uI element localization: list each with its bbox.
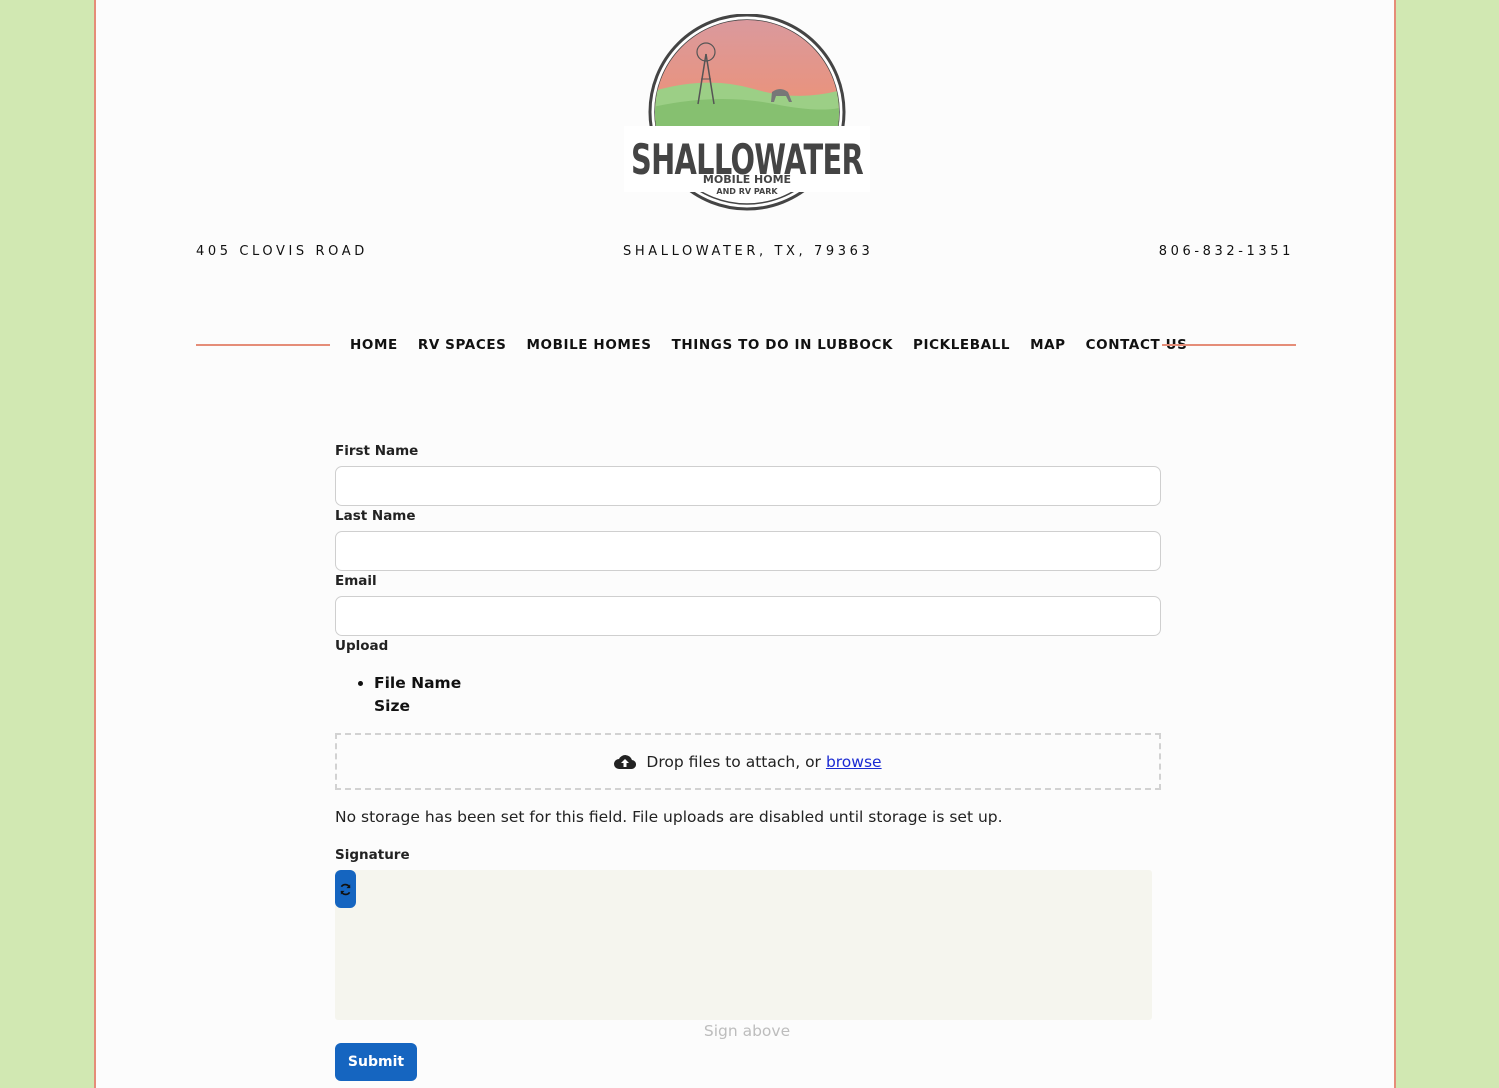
storage-note: No storage has been set for this field. … <box>335 808 1003 826</box>
nav-item-things-to-do[interactable]: THINGS TO DO IN LUBBOCK <box>672 337 893 353</box>
refresh-icon <box>340 883 351 895</box>
browse-link[interactable]: browse <box>826 753 882 771</box>
nav-item-pickleball[interactable]: PICKLEBALL <box>913 337 1010 353</box>
file-name-header: File Name <box>374 674 462 692</box>
park-logo[interactable]: SHALLOWATER MOBILE HOME AND RV PARK <box>624 14 870 218</box>
page-container: SHALLOWATER MOBILE HOME AND RV PARK 405 … <box>94 0 1396 1088</box>
file-drop-zone[interactable]: Drop files to attach, or browse <box>335 733 1161 790</box>
contact-form: First Name Last Name Email Upload File N… <box>318 424 1176 1088</box>
address-text: 405 CLOVIS ROAD <box>196 244 368 259</box>
last-name-input[interactable] <box>335 531 1161 571</box>
email-input[interactable] <box>335 596 1161 636</box>
nav-item-rv-spaces[interactable]: RV SPACES <box>418 337 507 353</box>
drop-text: Drop files to attach, or <box>646 752 821 771</box>
phone-text[interactable]: 806-832-1351 <box>1159 244 1294 259</box>
file-list-header: File Name Size <box>374 672 461 718</box>
file-list: File Name Size <box>356 672 461 718</box>
logo-subtitle: MOBILE HOME <box>703 173 791 186</box>
submit-button[interactable]: Submit <box>335 1043 417 1081</box>
cloud-upload-icon <box>614 754 637 769</box>
city-text: SHALLOWATER, TX, 79363 <box>623 244 874 259</box>
nav-divider-right <box>1162 344 1296 346</box>
main-nav: HOME RV SPACES MOBILE HOMES THINGS TO DO… <box>350 337 1187 353</box>
file-size-header: Size <box>374 697 411 715</box>
clear-signature-button[interactable] <box>335 870 356 908</box>
signature-pad[interactable] <box>335 870 1152 1020</box>
first-name-label: First Name <box>335 443 419 459</box>
nav-item-mobile-homes[interactable]: MOBILE HOMES <box>526 337 651 353</box>
last-name-label: Last Name <box>335 508 416 524</box>
nav-item-map[interactable]: MAP <box>1030 337 1066 353</box>
email-label: Email <box>335 573 377 589</box>
signature-label: Signature <box>335 847 410 863</box>
nav-item-home[interactable]: HOME <box>350 337 398 353</box>
nav-divider-left <box>196 344 330 346</box>
sign-above-hint: Sign above <box>703 1022 791 1040</box>
first-name-input[interactable] <box>335 466 1161 506</box>
upload-label: Upload <box>335 638 389 654</box>
logo-subtitle-2: AND RV PARK <box>716 187 778 196</box>
